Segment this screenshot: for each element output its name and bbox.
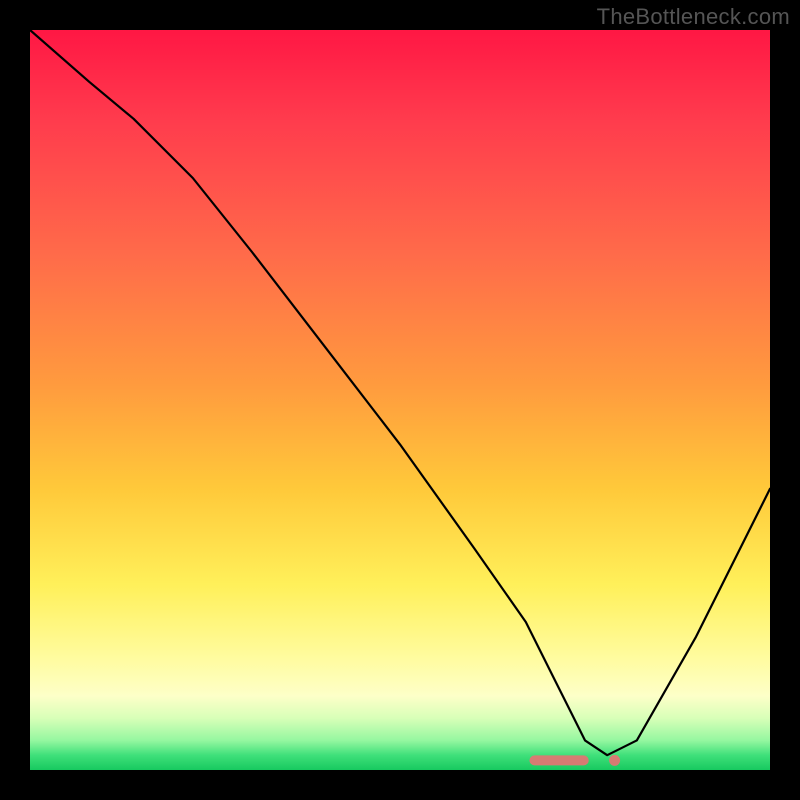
plot-area [30, 30, 770, 770]
watermark-text: TheBottleneck.com [597, 4, 790, 30]
marker-cluster [530, 755, 589, 765]
bottleneck-curve [30, 30, 770, 755]
curve-overlay [30, 30, 770, 770]
marker-outlier [609, 755, 620, 766]
chart-frame: TheBottleneck.com [0, 0, 800, 800]
